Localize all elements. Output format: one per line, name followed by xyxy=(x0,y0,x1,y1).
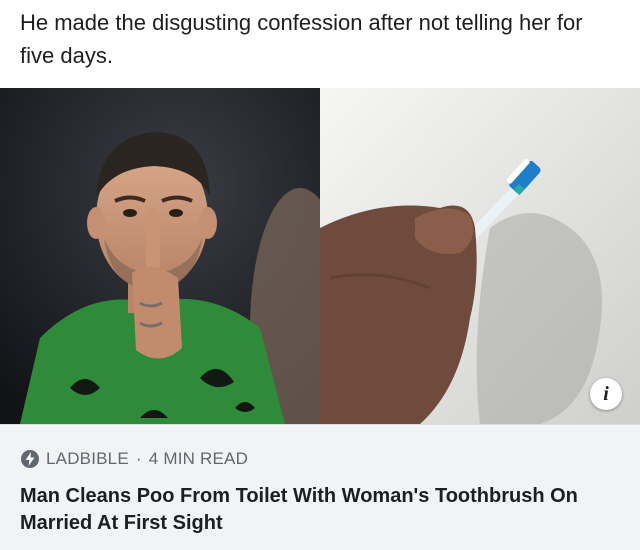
source-separator: · xyxy=(135,449,142,468)
info-icon[interactable]: i xyxy=(590,378,622,410)
read-time: 4 MIN READ xyxy=(148,449,249,468)
post-media[interactable]: i xyxy=(0,88,640,424)
link-headline[interactable]: Man Cleans Poo From Toilet With Woman's … xyxy=(20,483,580,537)
post-caption: He made the disgusting confession after … xyxy=(20,10,583,68)
toothbrush-toilet-photo xyxy=(320,88,640,424)
bolt-icon xyxy=(20,449,40,469)
source-name: LADBIBLE xyxy=(46,449,129,468)
man-shushing-photo xyxy=(0,88,320,424)
link-preview-card[interactable]: LADBIBLE · 4 MIN READ Man Cleans Poo Fro… xyxy=(0,424,640,550)
link-source-row: LADBIBLE · 4 MIN READ xyxy=(20,449,248,469)
